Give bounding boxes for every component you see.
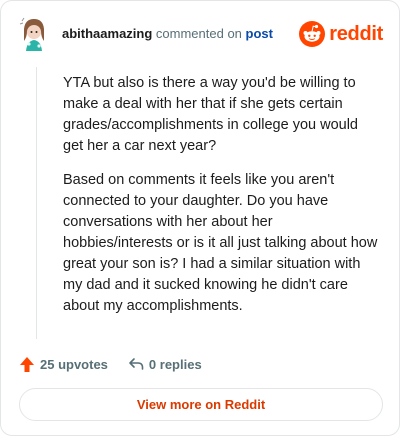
view-more-button[interactable]: View more on Reddit	[19, 388, 383, 421]
author-username[interactable]: abithaamazing	[62, 26, 152, 41]
comment-embed-card: abithaamazing commented on post reddit Y…	[0, 0, 400, 436]
upvote-button[interactable]: 25 upvotes	[19, 356, 108, 373]
comment-actions: 25 upvotes 0 replies	[19, 353, 202, 375]
reply-arrow-icon	[129, 358, 144, 370]
reddit-logo-icon	[299, 21, 326, 47]
action-text: commented on	[155, 26, 242, 41]
comment-paragraph: YTA but also is there a way you'd be wil…	[63, 75, 358, 154]
replies-button[interactable]: 0 replies	[128, 357, 202, 372]
comment-meta: abithaamazing commented on post	[62, 26, 273, 41]
reddit-brand[interactable]: reddit	[299, 20, 383, 48]
reply-count: 0 replies	[148, 356, 202, 372]
comment-body: YTA but also is there a way you'd be wil…	[63, 73, 381, 330]
post-link[interactable]: post	[246, 26, 273, 41]
avatar[interactable]	[17, 15, 51, 51]
upvote-arrow-icon	[20, 356, 34, 372]
upvote-count: 25 upvotes	[40, 356, 108, 372]
comment-header: abithaamazing commented on post reddit	[17, 15, 383, 51]
reddit-wordmark: reddit	[329, 22, 383, 45]
comment-paragraph: Based on comments it feels like you aren…	[63, 172, 378, 314]
thread-line	[36, 67, 37, 339]
